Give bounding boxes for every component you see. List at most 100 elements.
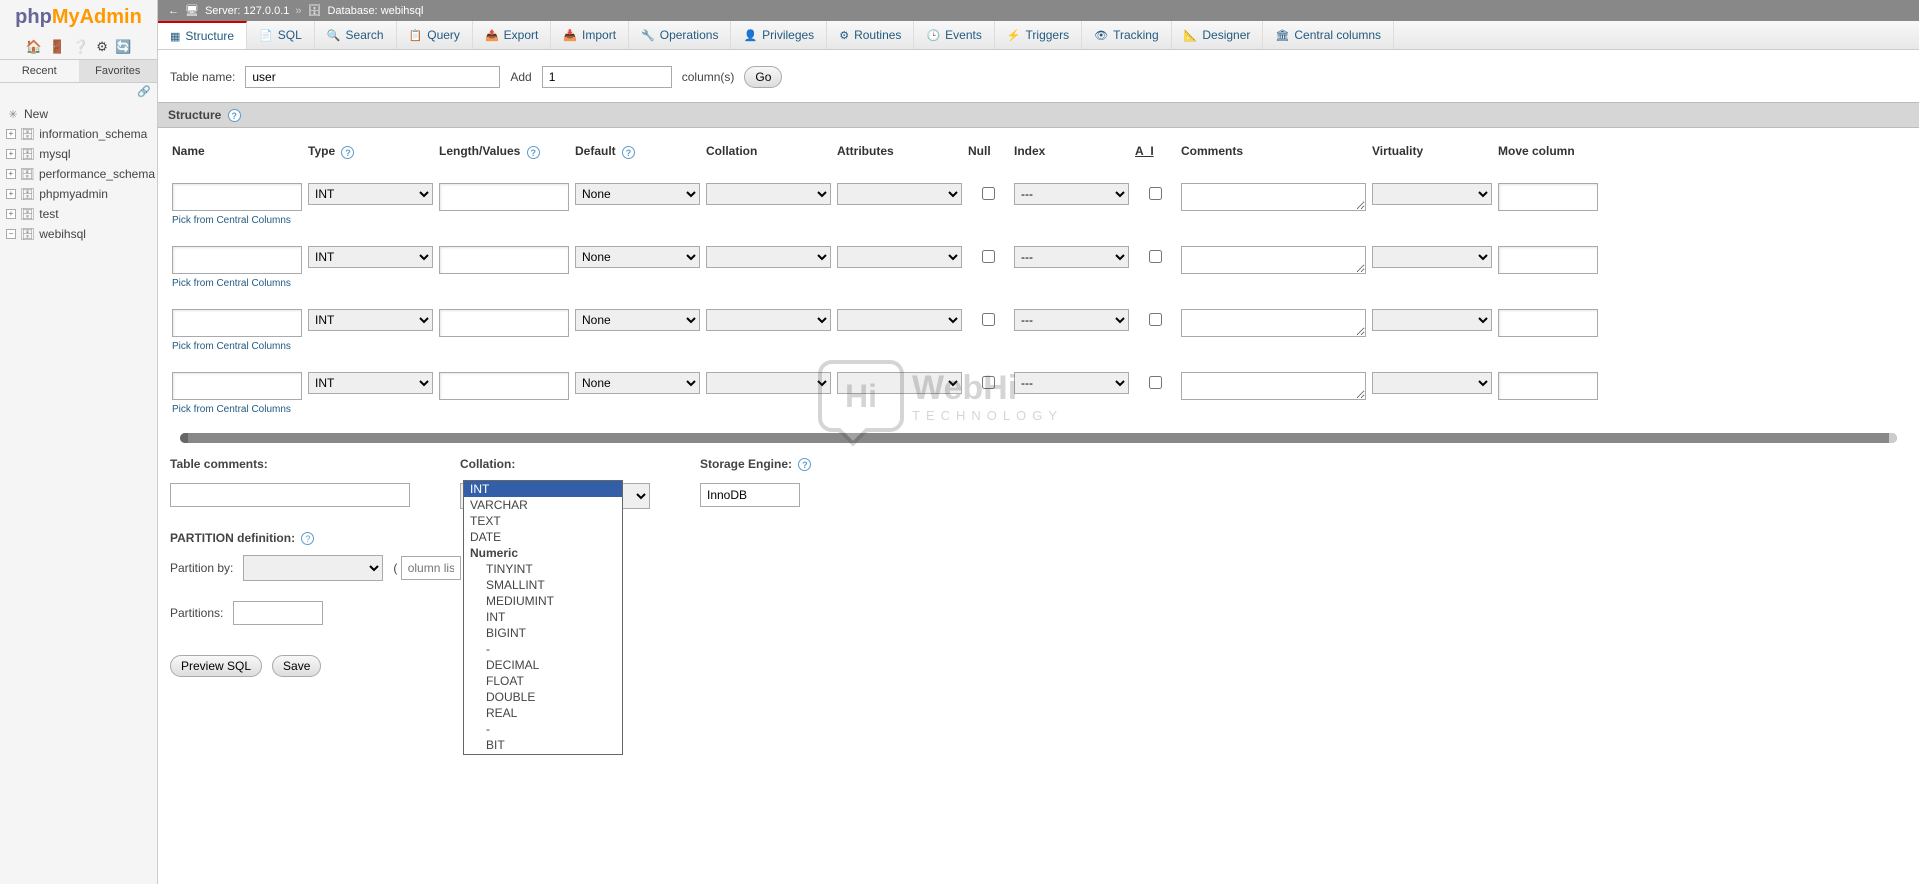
pick-central-link[interactable]: Pick from Central Columns: [172, 278, 302, 289]
colname-input[interactable]: [172, 246, 302, 274]
move-input[interactable]: [1498, 372, 1598, 400]
dropdown-option[interactable]: -: [464, 721, 622, 737]
collapse-icon[interactable]: −: [6, 229, 16, 239]
preview-sql-button[interactable]: Preview SQL: [170, 655, 262, 677]
column-list-input[interactable]: [401, 556, 461, 580]
tab-export[interactable]: 📤Export: [473, 21, 551, 49]
tree-db-mysql[interactable]: +🗄mysql: [2, 144, 155, 164]
tree-db-phpmyadmin[interactable]: +🗄phpmyadmin: [2, 184, 155, 204]
dropdown-option[interactable]: REAL: [464, 705, 622, 721]
dropdown-option[interactable]: FLOAT: [464, 673, 622, 689]
comments-textarea[interactable]: [1181, 246, 1366, 274]
expand-icon[interactable]: +: [6, 189, 16, 199]
tab-operations[interactable]: 🔧Operations: [629, 21, 731, 49]
dropdown-option[interactable]: DATE: [464, 529, 622, 545]
type-select[interactable]: INT: [308, 372, 433, 394]
tab-central-columns[interactable]: 🏛Central columns: [1263, 21, 1394, 49]
null-checkbox[interactable]: [982, 376, 995, 389]
tab-structure[interactable]: ▦Structure: [158, 21, 247, 49]
tab-query[interactable]: 📋Query: [397, 21, 473, 49]
dropdown-option[interactable]: -: [464, 641, 622, 657]
tab-tracking[interactable]: 👁Tracking: [1082, 21, 1172, 49]
pick-central-link[interactable]: Pick from Central Columns: [172, 215, 302, 226]
dropdown-option[interactable]: DOUBLE: [464, 689, 622, 705]
home-icon[interactable]: 🏠: [26, 39, 42, 54]
tree-db-information-schema[interactable]: +🗄information_schema: [2, 124, 155, 144]
tab-designer[interactable]: 📐Designer: [1172, 21, 1264, 49]
ai-checkbox[interactable]: [1149, 376, 1162, 389]
length-input[interactable]: [439, 246, 569, 274]
help-icon[interactable]: ?: [622, 146, 635, 159]
tab-recent[interactable]: Recent: [0, 60, 79, 82]
length-input[interactable]: [439, 372, 569, 400]
help-icon[interactable]: ?: [228, 109, 241, 122]
logout-icon[interactable]: 🚪: [49, 39, 65, 54]
breadcrumb-server[interactable]: Server: 127.0.0.1: [205, 5, 289, 17]
collation-select[interactable]: [706, 183, 831, 205]
attributes-select[interactable]: [837, 309, 962, 331]
pick-central-link[interactable]: Pick from Central Columns: [172, 341, 302, 352]
link-icon[interactable]: 🔗: [137, 86, 151, 98]
storage-input[interactable]: [700, 483, 800, 507]
tree-db-performance-schema[interactable]: +🗄performance_schema: [2, 164, 155, 184]
nav-back-icon[interactable]: ←: [168, 5, 179, 17]
default-select[interactable]: None: [575, 309, 700, 331]
tab-privileges[interactable]: 👤Privileges: [731, 21, 827, 49]
tree-db-webihsql[interactable]: −🗄webihsql: [2, 224, 155, 244]
dropdown-option[interactable]: BIGINT: [464, 625, 622, 641]
virtuality-select[interactable]: [1372, 309, 1492, 331]
virtuality-select[interactable]: [1372, 246, 1492, 268]
attributes-select[interactable]: [837, 372, 962, 394]
default-select[interactable]: None: [575, 372, 700, 394]
expand-icon[interactable]: +: [6, 209, 16, 219]
help-icon[interactable]: ?: [527, 146, 540, 159]
collation-select[interactable]: [706, 372, 831, 394]
index-select[interactable]: ---: [1014, 309, 1129, 331]
dropdown-option[interactable]: INT: [464, 481, 622, 497]
help-icon[interactable]: ?: [341, 146, 354, 159]
tab-triggers[interactable]: ⚡Triggers: [995, 21, 1082, 49]
tab-import[interactable]: 📥Import: [551, 21, 629, 49]
tree-new[interactable]: ✳New: [2, 104, 155, 124]
colname-input[interactable]: [172, 183, 302, 211]
save-button[interactable]: Save: [272, 655, 321, 677]
null-checkbox[interactable]: [982, 250, 995, 263]
attributes-select[interactable]: [837, 183, 962, 205]
dropdown-option[interactable]: MEDIUMINT: [464, 593, 622, 609]
index-select[interactable]: ---: [1014, 372, 1129, 394]
index-select[interactable]: ---: [1014, 183, 1129, 205]
type-select[interactable]: INT: [308, 246, 433, 268]
dropdown-option[interactable]: TINYINT: [464, 561, 622, 577]
comments-input[interactable]: [170, 483, 410, 507]
move-input[interactable]: [1498, 309, 1598, 337]
tab-events[interactable]: 🕒Events: [914, 21, 994, 49]
dropdown-option[interactable]: SMALLINT: [464, 577, 622, 593]
tree-db-test[interactable]: +🗄test: [2, 204, 155, 224]
virtuality-select[interactable]: [1372, 372, 1492, 394]
reload-icon[interactable]: 🔄: [115, 39, 131, 54]
expand-icon[interactable]: +: [6, 129, 16, 139]
type-select[interactable]: INT: [308, 309, 433, 331]
index-select[interactable]: ---: [1014, 246, 1129, 268]
addcolumns-input[interactable]: [542, 66, 672, 88]
partitions-input[interactable]: [233, 601, 323, 625]
default-select[interactable]: None: [575, 183, 700, 205]
dropdown-option[interactable]: DECIMAL: [464, 657, 622, 673]
tablename-input[interactable]: [245, 66, 500, 88]
settings-icon[interactable]: ⚙: [96, 39, 108, 54]
comments-textarea[interactable]: [1181, 372, 1366, 400]
dropdown-option[interactable]: VARCHAR: [464, 497, 622, 513]
help-icon[interactable]: ?: [798, 458, 811, 471]
expand-icon[interactable]: +: [6, 169, 16, 179]
pick-central-link[interactable]: Pick from Central Columns: [172, 404, 302, 415]
comments-textarea[interactable]: [1181, 183, 1366, 211]
breadcrumb-database[interactable]: Database: webihsql: [327, 5, 423, 17]
ai-checkbox[interactable]: [1149, 250, 1162, 263]
default-select[interactable]: None: [575, 246, 700, 268]
attributes-select[interactable]: [837, 246, 962, 268]
null-checkbox[interactable]: [982, 187, 995, 200]
length-input[interactable]: [439, 309, 569, 337]
tab-routines[interactable]: ⚙Routines: [827, 21, 914, 49]
comments-textarea[interactable]: [1181, 309, 1366, 337]
colname-input[interactable]: [172, 309, 302, 337]
